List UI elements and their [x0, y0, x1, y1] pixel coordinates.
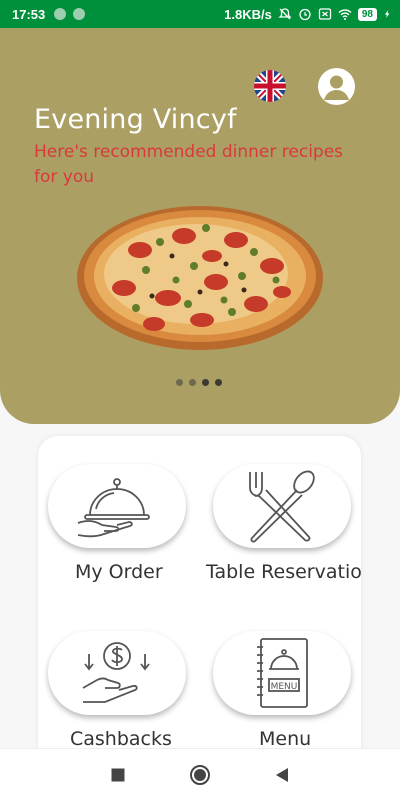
- recent-apps-button[interactable]: [106, 763, 130, 787]
- status-bar: 17:53 1.8KB/s 98: [0, 0, 400, 28]
- back-triangle-icon: [276, 768, 288, 782]
- carousel-dot[interactable]: [215, 379, 222, 386]
- alarm-icon: [299, 8, 311, 21]
- system-nav-bar: [0, 748, 400, 800]
- carousel-dot[interactable]: [189, 379, 196, 386]
- menu-book-icon: MENU: [257, 638, 308, 708]
- carousel-indicator[interactable]: [176, 379, 222, 386]
- hero-banner: Evening Vincyf Here's recommended dinner…: [0, 28, 400, 424]
- menu-label: Menu: [259, 728, 312, 750]
- carousel-dot[interactable]: [176, 379, 183, 386]
- sim-x-icon: [318, 8, 332, 20]
- square-icon: [111, 768, 125, 782]
- cashbacks-label: Cashbacks: [70, 728, 172, 750]
- greeting-subtitle: Here's recommended dinner recipes for yo…: [34, 142, 344, 187]
- status-time: 17:53: [12, 6, 46, 22]
- mute-bell-icon: [278, 8, 292, 20]
- table-reservation-button[interactable]: [213, 464, 351, 548]
- back-button[interactable]: [270, 763, 294, 787]
- table-reservation-label: Table Reservatio: [206, 561, 361, 583]
- my-order-button[interactable]: [48, 464, 186, 548]
- home-button[interactable]: [188, 763, 212, 787]
- greeting-title: Evening Vincyf: [34, 104, 237, 135]
- home-circle-icon: [190, 765, 210, 785]
- cashbacks-button[interactable]: [48, 631, 186, 715]
- battery-level: 98: [357, 7, 377, 21]
- profile-avatar-icon[interactable]: [318, 68, 355, 105]
- notification-dot-icon: [54, 8, 67, 20]
- notification-dot-icon: [73, 8, 86, 20]
- wifi-icon: [338, 9, 352, 20]
- menu-button[interactable]: MENU: [213, 631, 351, 715]
- cashback-hand-icon: [82, 642, 150, 703]
- network-speed: 1.8KB/s: [224, 6, 272, 22]
- serving-cloche-icon: [77, 478, 150, 538]
- pizza-image: [77, 206, 323, 350]
- fork-spoon-icon: [249, 470, 315, 543]
- charging-bolt-icon: [384, 10, 390, 18]
- uk-flag-icon[interactable]: [254, 70, 286, 102]
- svg-text:MENU: MENU: [271, 682, 298, 692]
- menu-card: My Order Table Reservatio Cashbacks MENU…: [38, 436, 361, 766]
- carousel-dot-active[interactable]: [202, 379, 209, 386]
- my-order-label: My Order: [75, 561, 163, 583]
